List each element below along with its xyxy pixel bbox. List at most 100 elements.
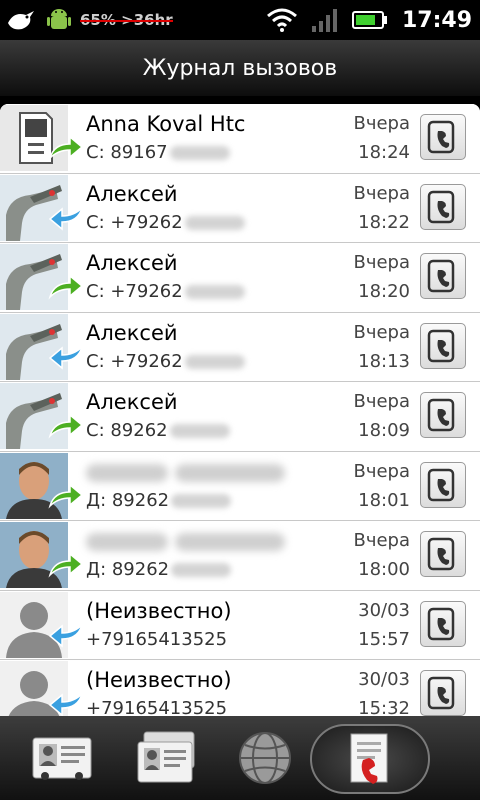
call-back-button[interactable] bbox=[420, 461, 466, 508]
call-back-button[interactable] bbox=[420, 531, 466, 577]
contact-name: Алексей bbox=[86, 251, 178, 275]
call-back-button[interactable] bbox=[420, 253, 466, 299]
call-log-tab[interactable] bbox=[310, 724, 430, 794]
call-back-button[interactable] bbox=[420, 670, 466, 716]
redacted-number-part bbox=[171, 493, 232, 508]
call-time: 18:13 bbox=[358, 350, 410, 372]
redacted-number-part bbox=[184, 285, 245, 299]
call-log-row[interactable]: Д: 89262 Вчера 18:01 bbox=[0, 451, 480, 521]
battery-text: 65% >36hr bbox=[80, 11, 173, 29]
phone-handset-icon bbox=[427, 537, 455, 571]
contact-name bbox=[86, 460, 285, 484]
wifi-icon bbox=[266, 8, 297, 32]
phone-number: С: +79262 bbox=[86, 212, 245, 233]
outgoing-call-arrow-icon bbox=[48, 482, 84, 509]
phone-number-text: +79165413525 bbox=[86, 698, 228, 716]
incoming-call-arrow-icon bbox=[48, 343, 84, 370]
call-log-icon bbox=[350, 733, 388, 784]
phone-handset-icon bbox=[427, 259, 455, 293]
phone-number: С: +79262 bbox=[86, 351, 245, 372]
call-back-button[interactable] bbox=[420, 600, 466, 647]
redacted-number-part bbox=[171, 563, 232, 577]
contacts-tab[interactable] bbox=[22, 716, 102, 800]
status-right: 17:49 bbox=[266, 4, 472, 36]
online-tab[interactable] bbox=[230, 716, 300, 800]
phone-number-text: С: +79262 bbox=[86, 281, 183, 302]
phone-number: С: 89167 bbox=[86, 142, 230, 163]
call-time: 18:20 bbox=[358, 281, 410, 302]
status-time: 17:49 bbox=[401, 7, 472, 33]
call-date: 30/03 bbox=[358, 599, 410, 621]
call-log-list[interactable]: Anna Koval Htc С: 89167 Вчера 18:24 Алексей С… bbox=[0, 104, 480, 716]
call-date: Вчера bbox=[353, 391, 410, 412]
call-date: Вчера bbox=[353, 530, 410, 551]
call-date: Вчера bbox=[353, 252, 410, 273]
phone-number-text: С: 89262 bbox=[86, 420, 168, 441]
call-log-row[interactable]: Алексей С: +79262 Вчера 18:22 bbox=[0, 173, 480, 243]
bird-icon bbox=[8, 11, 34, 30]
call-log-row[interactable]: (Неизвестно) +79165413525 30/03 15:57 bbox=[0, 590, 480, 660]
call-log-row[interactable]: Алексей С: +79262 Вчера 18:20 bbox=[0, 243, 480, 313]
call-back-button[interactable] bbox=[420, 183, 466, 230]
redacted-number-part bbox=[184, 354, 245, 369]
phone-number-text: С: +79262 bbox=[86, 211, 183, 233]
status-left: 65% >36hr bbox=[4, 6, 173, 34]
call-log-row[interactable]: Алексей С: 89262 Вчера 18:09 bbox=[0, 382, 480, 452]
phone-handset-icon bbox=[427, 676, 455, 710]
groups-tab[interactable] bbox=[126, 716, 206, 800]
signal-icon bbox=[311, 9, 337, 32]
phone-number: +79165413525 bbox=[86, 629, 227, 650]
call-log-row[interactable]: Anna Koval Htc С: 89167 Вчера 18:24 bbox=[0, 104, 480, 174]
contact-name: Алексей bbox=[86, 390, 178, 414]
call-date: Вчера bbox=[353, 460, 410, 482]
title-bar: Журнал вызовов bbox=[0, 40, 480, 96]
call-back-button[interactable] bbox=[420, 322, 466, 369]
phone-number: Д: 89262 bbox=[86, 489, 232, 511]
redacted-name-part bbox=[86, 533, 168, 551]
phone-number: С: 89262 bbox=[86, 420, 230, 441]
phone-number: Д: 89262 bbox=[86, 559, 232, 580]
outgoing-call-arrow-icon bbox=[48, 274, 84, 300]
phone-handset-icon bbox=[427, 120, 455, 154]
outgoing-call-arrow-icon bbox=[48, 135, 84, 161]
android-icon bbox=[47, 9, 71, 29]
battery-icon bbox=[351, 11, 387, 29]
phone-number-text: Д: 89262 bbox=[86, 559, 170, 580]
call-log-row[interactable]: Алексей С: +79262 Вчера 18:13 bbox=[0, 312, 480, 382]
contact-name: Алексей bbox=[86, 181, 178, 206]
phone-handset-icon bbox=[427, 329, 455, 362]
call-log-row[interactable]: (Неизвестно) +79165413525 30/03 15:32 bbox=[0, 660, 480, 716]
call-time: 18:09 bbox=[358, 420, 410, 441]
call-date: 30/03 bbox=[358, 669, 410, 690]
call-time: 15:32 bbox=[358, 698, 410, 716]
call-date: Вчера bbox=[353, 321, 410, 343]
redacted-name-part bbox=[174, 533, 285, 551]
phone-number: +79165413525 bbox=[86, 698, 227, 716]
call-log-row[interactable]: Д: 89262 Вчера 18:00 bbox=[0, 521, 480, 591]
redacted-number-part bbox=[169, 146, 230, 160]
call-time: 15:57 bbox=[358, 628, 410, 650]
redacted-number-part bbox=[184, 215, 245, 230]
contact-name bbox=[86, 529, 285, 553]
call-time: 18:22 bbox=[358, 211, 410, 233]
globe-icon bbox=[239, 732, 291, 784]
redacted-number-part bbox=[169, 424, 230, 438]
contact-name: Алексей bbox=[86, 320, 178, 345]
phone-handset-icon bbox=[427, 398, 455, 432]
outgoing-call-arrow-icon bbox=[48, 413, 84, 439]
phone-number-text: Д: 89262 bbox=[86, 489, 170, 511]
call-date: Вчера bbox=[353, 113, 410, 134]
call-time: 18:00 bbox=[358, 559, 410, 580]
bottom-tab-bar bbox=[0, 716, 480, 800]
incoming-call-arrow-icon bbox=[48, 204, 84, 231]
group-cards-icon bbox=[137, 731, 195, 783]
contact-name: Anna Koval Htc bbox=[86, 112, 246, 136]
call-back-button[interactable] bbox=[420, 392, 466, 438]
status-bar: 65% >36hr 17:49 bbox=[0, 0, 480, 40]
call-back-button[interactable] bbox=[420, 114, 466, 160]
redacted-name-part bbox=[174, 463, 285, 482]
page-title: Журнал вызовов bbox=[142, 55, 338, 81]
incoming-call-arrow-icon bbox=[48, 691, 84, 716]
call-date: Вчера bbox=[353, 182, 410, 204]
redacted-name-part bbox=[86, 463, 168, 482]
